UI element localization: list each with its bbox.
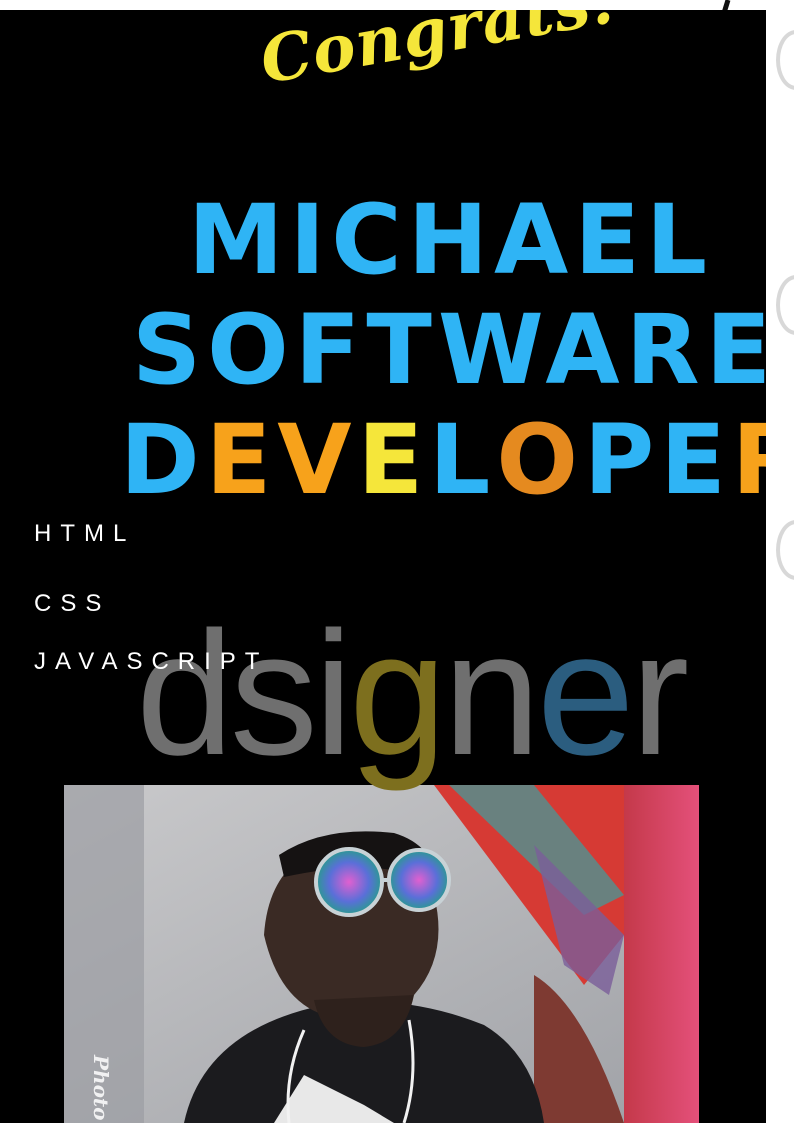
dsigner-letter: i <box>313 596 353 792</box>
skill-item-javascript: JAVASCRIPT <box>34 648 269 675</box>
dsigner-letter: e <box>536 596 635 792</box>
headline-letter: E <box>205 404 278 516</box>
headline-line-name: MICHAEL <box>0 185 766 295</box>
dsigner-text: dsigner <box>136 606 689 782</box>
headline-line-title: DEVELOPER <box>0 405 766 515</box>
headline: MICHAEL SOFTWARE DEVELOPER <box>0 185 766 515</box>
poster-card: Congrats! MICHAEL SOFTWARE DEVELOPER dsi… <box>0 10 766 1123</box>
dsigner-letter: n <box>442 596 541 792</box>
headline-letter: L <box>429 404 497 516</box>
headline-letter: D <box>120 404 206 516</box>
page: Congrats! MICHAEL SOFTWARE DEVELOPER dsi… <box>0 0 794 1123</box>
headline-line-role: SOFTWARE <box>0 295 766 405</box>
dsigner-letter: g <box>349 596 447 792</box>
headline-letter: MICHAEL <box>188 184 714 296</box>
headline-letter: E <box>660 404 732 516</box>
headline-letter: V <box>277 404 358 516</box>
photo-watermark: Photo <box>89 1054 113 1121</box>
headline-letter: O <box>496 404 584 516</box>
dsigner-letter: ds <box>136 596 318 792</box>
decorative-arc-1 <box>776 30 794 90</box>
headline-letter: R <box>732 405 766 515</box>
decorative-arc-3 <box>776 520 794 580</box>
skill-item-html: HTML <box>34 520 136 547</box>
profile-photo: Photo <box>64 785 699 1123</box>
headline-letter: SOFTWARE <box>132 294 766 406</box>
headline-letter: E <box>357 404 430 516</box>
skill-item-css: CSS <box>34 590 111 617</box>
decorative-arc-2 <box>776 275 794 335</box>
dsigner-letter: r <box>630 596 690 792</box>
congrats-heading: Congrats! <box>254 10 626 100</box>
headline-letter: P <box>583 404 661 516</box>
